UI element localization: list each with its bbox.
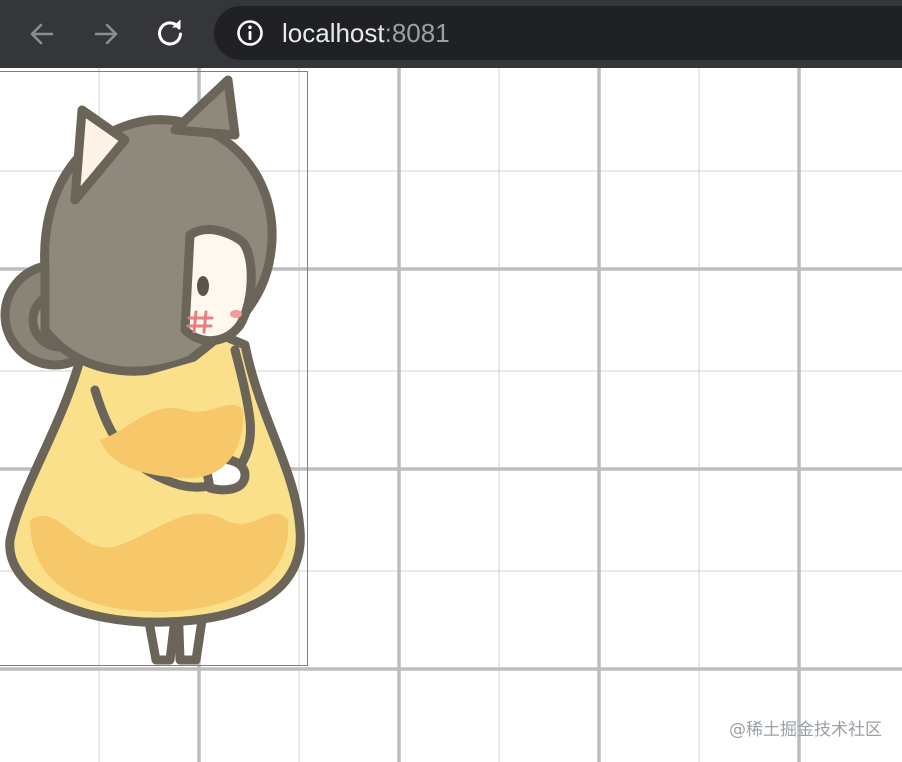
watermark: @稀土掘金技术社区	[729, 720, 882, 740]
info-icon[interactable]	[236, 19, 264, 47]
back-button[interactable]	[22, 14, 62, 54]
url-port: :8081	[384, 18, 450, 48]
browser-toolbar: localhost:8081	[0, 0, 902, 68]
reload-icon	[158, 19, 182, 46]
url-host: localhost	[282, 18, 385, 48]
address-bar[interactable]: localhost:8081	[214, 6, 902, 60]
reload-button[interactable]	[150, 14, 190, 54]
arrow-left-icon	[30, 23, 54, 45]
url-text[interactable]: localhost:8081	[282, 19, 450, 47]
forward-button[interactable]	[86, 14, 126, 54]
selection-box[interactable]	[0, 71, 308, 666]
arrow-right-icon	[94, 23, 118, 45]
